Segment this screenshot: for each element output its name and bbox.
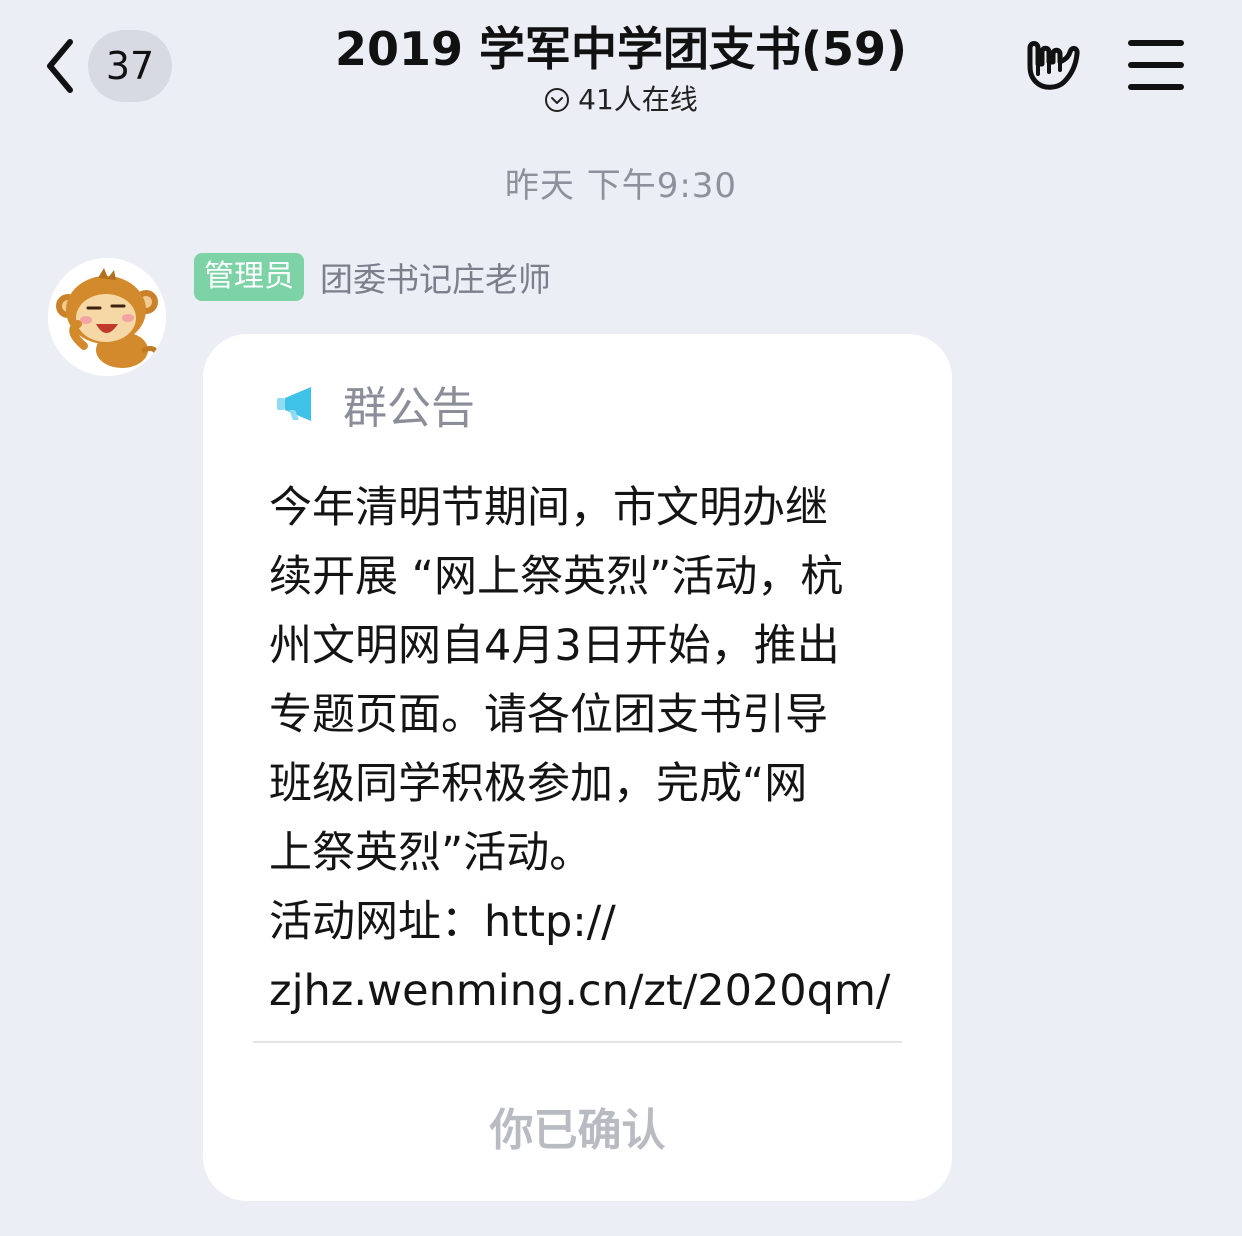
menu-icon-bar xyxy=(1128,62,1184,68)
notice-line: 续开展 “网上祭英烈”活动，杭 xyxy=(269,552,844,602)
notice-line: 州文明网自4月3日开始，推出 xyxy=(269,621,840,671)
online-status: 41人在线 xyxy=(271,84,971,116)
megaphone-icon xyxy=(277,387,311,421)
menu-button[interactable] xyxy=(1128,40,1184,92)
notice-line: 班级同学积极参加，完成“网 xyxy=(269,759,808,809)
notice-line: 活动网址：http:// xyxy=(269,897,616,947)
monkey-avatar-image xyxy=(48,258,166,376)
rock-hand-icon[interactable] xyxy=(1020,34,1084,98)
chat-header: 37 2019 学军中学团支书(59) 41人在线 xyxy=(0,0,1242,140)
chevron-down-circle-icon xyxy=(545,88,570,112)
chat-title: 2019 学军中学团支书(59) xyxy=(334,22,908,76)
notice-link[interactable]: zjhz.wenming.cn/zt/2020qm/ xyxy=(269,957,909,1026)
menu-icon xyxy=(1128,40,1184,46)
notice-body: 今年清明节期间，市文明办继 续开展 “网上祭英烈”活动，杭 州文明网自4月3日开… xyxy=(269,474,909,1026)
menu-icon-bar xyxy=(1128,84,1184,90)
notice-header: 群公告 xyxy=(275,376,475,434)
admin-badge: 管理员 xyxy=(194,253,304,301)
chevron-left-icon xyxy=(47,39,73,93)
notice-line: 专题页面。请各位团支书引导 xyxy=(269,690,828,740)
notice-line: 今年清明节期间，市文明办继 xyxy=(269,483,828,533)
unread-count-badge: 37 xyxy=(88,30,172,102)
confirm-button[interactable]: 你已确认 xyxy=(203,1094,952,1158)
message-timestamp: 昨天 下午9:30 xyxy=(504,166,738,206)
sender-name[interactable]: 团委书记庄老师 xyxy=(320,253,551,301)
sender-row: 管理员 团委书记庄老师 xyxy=(194,252,551,302)
group-notice-card[interactable]: 群公告 今年清明节期间，市文明办继 续开展 “网上祭英烈”活动，杭 州文明网自4… xyxy=(203,334,952,1201)
notice-line: 上祭英烈”活动。 xyxy=(269,828,593,878)
avatar[interactable] xyxy=(48,258,166,376)
back-button[interactable]: 37 xyxy=(40,30,172,102)
title-block[interactable]: 2019 学军中学团支书(59) 41人在线 xyxy=(271,18,971,116)
notice-title: 群公告 xyxy=(343,383,475,434)
online-count: 41人在线 xyxy=(578,83,698,116)
divider xyxy=(253,1041,902,1043)
